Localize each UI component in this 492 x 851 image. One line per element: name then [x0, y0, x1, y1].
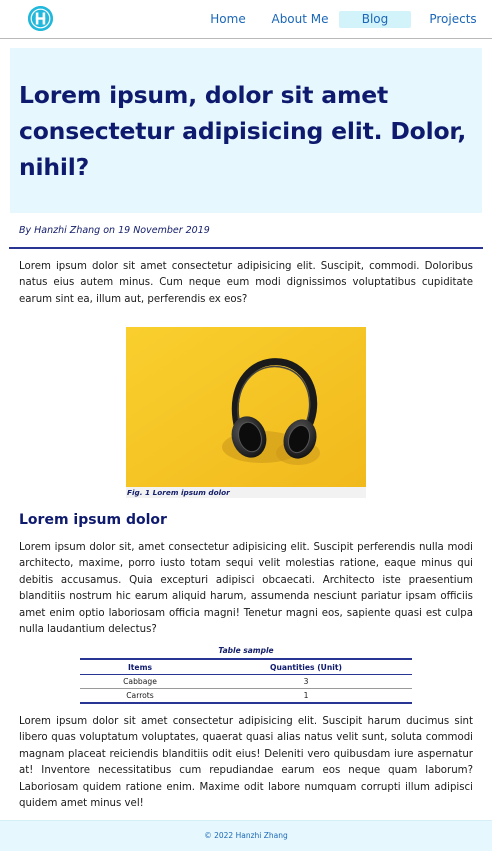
site-logo-h-icon[interactable] — [28, 6, 53, 31]
nav-link-blog[interactable]: Blog — [339, 11, 411, 28]
table-caption: Table sample — [218, 646, 274, 655]
article-hero: Lorem ipsum, dolor sit amet consectetur … — [10, 48, 482, 213]
table-cell-item: Cabbage — [80, 674, 200, 689]
table-header-items: Items — [80, 658, 200, 675]
site-footer: © 2022 Hanzhi Zhang — [0, 820, 492, 851]
section-heading: Lorem ipsum dolor — [19, 512, 167, 528]
sample-table: Items Quantities (Unit) Cabbage 3 Carrot… — [80, 658, 412, 704]
article-figure: Fig. 1 Lorem ipsum dolor — [126, 327, 366, 498]
table-cell-item: Carrots — [80, 688, 200, 704]
table-cell-quantity: 3 — [200, 674, 412, 689]
top-navigation: Home About Me Blog Projects — [0, 0, 492, 39]
article-title: Lorem ipsum, dolor sit amet consectetur … — [19, 81, 467, 181]
headphones-image — [126, 327, 366, 487]
section-paragraph: Lorem ipsum dolor sit, amet consectetur … — [19, 542, 473, 636]
nav-link-about-me[interactable]: About Me — [268, 11, 332, 28]
table-row: Cabbage 3 — [80, 674, 412, 689]
byline-divider — [9, 247, 483, 249]
footer-copyright: © 2022 Hanzhi Zhang — [204, 831, 288, 840]
table-header-quantities: Quantities (Unit) — [200, 658, 412, 675]
nav-link-home[interactable]: Home — [206, 11, 250, 28]
figure-caption: Fig. 1 Lorem ipsum dolor — [127, 488, 230, 497]
closing-paragraph: Lorem ipsum dolor sit amet consectetur a… — [19, 716, 473, 810]
table-row: Carrots 1 — [80, 688, 412, 704]
nav-link-projects[interactable]: Projects — [426, 11, 480, 28]
article-byline: By Hanzhi Zhang on 19 November 2019 — [19, 225, 210, 236]
intro-paragraph: Lorem ipsum dolor sit amet consectetur a… — [19, 261, 473, 305]
table-cell-quantity: 1 — [200, 688, 412, 704]
